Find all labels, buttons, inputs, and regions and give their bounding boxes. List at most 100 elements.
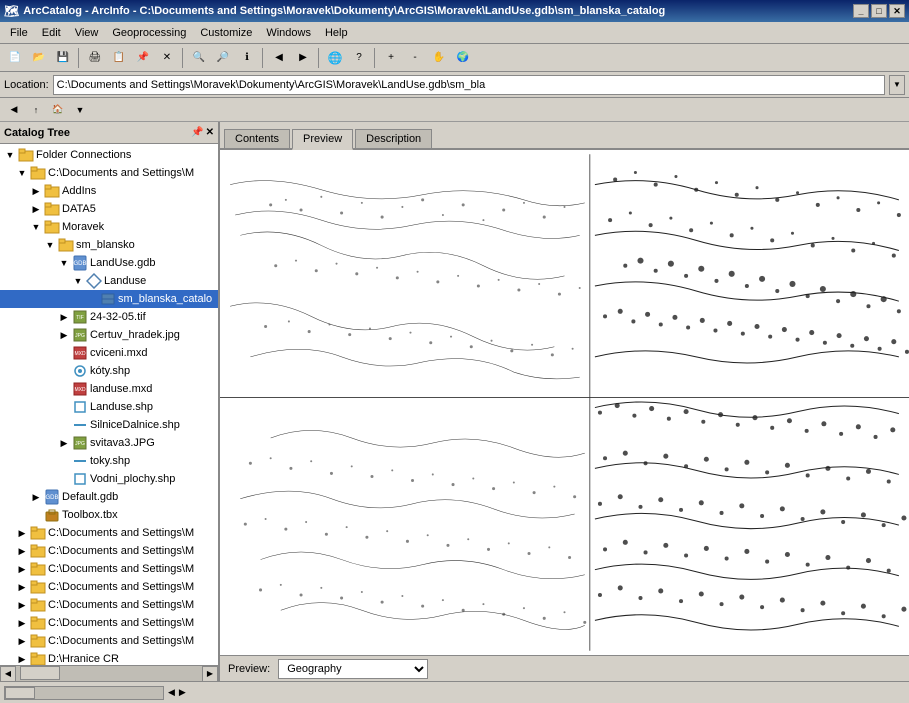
toolbar-copy[interactable]: 📋 xyxy=(108,47,130,69)
tree-item-sm-blanska-catalog[interactable]: sm_blanska_catalo xyxy=(0,290,218,308)
toolbar-paste[interactable]: 📌 xyxy=(132,47,154,69)
expander-docs5[interactable]: ▶ xyxy=(16,581,28,593)
tree-item-sm-blansko[interactable]: ▼ sm_blansko xyxy=(0,236,218,254)
tree-item-data5[interactable]: ▶ DATA5 xyxy=(0,200,218,218)
nav-home-small[interactable]: 🏠 xyxy=(48,101,68,119)
toolbar-pan[interactable]: ✋ xyxy=(428,47,450,69)
location-input[interactable] xyxy=(53,75,885,95)
toolbar-zoom[interactable]: 🔎 xyxy=(212,47,234,69)
title-bar-controls[interactable]: _ □ ✕ xyxy=(853,4,905,18)
scroll-track[interactable] xyxy=(16,666,202,681)
expander-docs2[interactable]: ▶ xyxy=(16,527,28,539)
expander-docs4[interactable]: ▶ xyxy=(16,563,28,575)
expander-default-gdb[interactable]: ▶ xyxy=(30,491,42,503)
expander-sm-blansko[interactable]: ▼ xyxy=(44,239,56,251)
tree-item-toky[interactable]: toky.shp xyxy=(0,452,218,470)
tree-item-toolbox[interactable]: Toolbox.tbx xyxy=(0,506,218,524)
tree-item-docs3[interactable]: ▶ C:\Documents and Settings\M xyxy=(0,542,218,560)
scroll-right-arrow[interactable]: ▶ xyxy=(179,687,186,698)
minimize-button[interactable]: _ xyxy=(853,4,869,18)
tree-item-cviceni[interactable]: MXD cviceni.mxd xyxy=(0,344,218,362)
scroll-left-arrow[interactable]: ◀ xyxy=(168,687,175,698)
nav-up-small[interactable]: ↑ xyxy=(26,101,46,119)
expander-koty[interactable] xyxy=(58,365,70,377)
tree-item-silnice[interactable]: SilniceDalnice.shp xyxy=(0,416,218,434)
expander-moravek[interactable]: ▼ xyxy=(30,221,42,233)
tree-item-vodni[interactable]: Vodni_plochy.shp xyxy=(0,470,218,488)
toolbar-back[interactable]: ◀ xyxy=(268,47,290,69)
toolbar-open[interactable]: 📂 xyxy=(28,47,50,69)
tree-item-docs8[interactable]: ▶ C:\Documents and Settings\M xyxy=(0,632,218,650)
tree-item-docs4[interactable]: ▶ C:\Documents and Settings\M xyxy=(0,560,218,578)
close-catalog-icon[interactable]: ✕ xyxy=(206,127,214,138)
menu-edit[interactable]: Edit xyxy=(36,25,67,41)
maximize-button[interactable]: □ xyxy=(871,4,887,18)
expander-svitava3[interactable]: ▶ xyxy=(58,437,70,449)
expander-toolbox[interactable] xyxy=(30,509,42,521)
toolbar-zoom-in[interactable]: + xyxy=(380,47,402,69)
expander-landuse-shp[interactable] xyxy=(58,401,70,413)
menu-customize[interactable]: Customize xyxy=(194,25,258,41)
expander-cviceni[interactable] xyxy=(58,347,70,359)
tree-item-landuse-mxd[interactable]: MXD landuse.mxd xyxy=(0,380,218,398)
tab-contents[interactable]: Contents xyxy=(224,129,290,148)
toolbar-identify[interactable]: ℹ xyxy=(236,47,258,69)
expander-folder-connections[interactable]: ▼ xyxy=(4,149,16,161)
menu-help[interactable]: Help xyxy=(319,25,354,41)
toolbar-help[interactable]: ? xyxy=(348,47,370,69)
tree-item-certuv[interactable]: ▶ JPG Certuv_hradek.jpg xyxy=(0,326,218,344)
tree-item-svitava3[interactable]: ▶ JPG svitava3.JPG xyxy=(0,434,218,452)
tree-item-24-32-05[interactable]: ▶ TIF 24-32-05.tif xyxy=(0,308,218,326)
toolbar-info[interactable]: 🌐 xyxy=(324,47,346,69)
toolbar-search[interactable]: 🔍 xyxy=(188,47,210,69)
scroll-thumb[interactable] xyxy=(5,687,35,699)
toolbar-zoom-out[interactable]: - xyxy=(404,47,426,69)
tab-description[interactable]: Description xyxy=(355,129,432,148)
toolbar-forward[interactable]: ▶ xyxy=(292,47,314,69)
expander-addins[interactable]: ▶ xyxy=(30,185,42,197)
status-scrollbar[interactable] xyxy=(4,686,164,700)
expander-vodni[interactable] xyxy=(58,473,70,485)
expander-hranice[interactable]: ▶ xyxy=(16,653,28,665)
tree-item-docs6[interactable]: ▶ C:\Documents and Settings\M xyxy=(0,596,218,614)
expander-docs3[interactable]: ▶ xyxy=(16,545,28,557)
tree-item-landuse-shp[interactable]: Landuse.shp xyxy=(0,398,218,416)
nav-dropdown-small[interactable]: ▼ xyxy=(70,101,90,119)
expander-data5[interactable]: ▶ xyxy=(30,203,42,215)
tree-item-addins[interactable]: ▶ AddIns xyxy=(0,182,218,200)
expander-docs7[interactable]: ▶ xyxy=(16,617,28,629)
pin-icon[interactable]: 📌 xyxy=(191,127,203,138)
scroll-right-btn[interactable]: ▶ xyxy=(202,666,218,682)
tree-item-landuse-fc[interactable]: ▼ Landuse xyxy=(0,272,218,290)
close-button[interactable]: ✕ xyxy=(889,4,905,18)
tree-item-docs7[interactable]: ▶ C:\Documents and Settings\M xyxy=(0,614,218,632)
tree-item-landuse-gdb[interactable]: ▼ GDB LandUse.gdb xyxy=(0,254,218,272)
toolbar-globe[interactable]: 🌍 xyxy=(452,47,474,69)
preview-select[interactable]: Geography Table xyxy=(278,659,428,679)
expander-docs6[interactable]: ▶ xyxy=(16,599,28,611)
tab-preview[interactable]: Preview xyxy=(292,129,353,150)
tree-item-docs1[interactable]: ▼ C:\Documents and Settings\M xyxy=(0,164,218,182)
expander-landuse-mxd[interactable] xyxy=(58,383,70,395)
expander-certuv[interactable]: ▶ xyxy=(58,329,70,341)
toolbar-print[interactable]: 🖨 xyxy=(84,47,106,69)
tree-item-docs5[interactable]: ▶ C:\Documents and Settings\M xyxy=(0,578,218,596)
expander-toky[interactable] xyxy=(58,455,70,467)
menu-geoprocessing[interactable]: Geoprocessing xyxy=(106,25,192,41)
toolbar-save[interactable]: 💾 xyxy=(52,47,74,69)
expander-landuse-gdb[interactable]: ▼ xyxy=(58,257,70,269)
tree-item-docs2[interactable]: ▶ C:\Documents and Settings\M xyxy=(0,524,218,542)
tree-item-hranice[interactable]: ▶ D:\Hranice CR xyxy=(0,650,218,665)
expander-silnice[interactable] xyxy=(58,419,70,431)
expander-docs1[interactable]: ▼ xyxy=(16,167,28,179)
tree-item-moravek[interactable]: ▼ Moravek xyxy=(0,218,218,236)
tree-item-koty[interactable]: kóty.shp xyxy=(0,362,218,380)
expander-sm-blanska-catalog[interactable] xyxy=(86,293,98,305)
toolbar-new[interactable]: 📄 xyxy=(4,47,26,69)
expander-landuse-fc[interactable]: ▼ xyxy=(72,275,84,287)
tree-item-default-gdb[interactable]: ▶ GDB Default.gdb xyxy=(0,488,218,506)
menu-view[interactable]: View xyxy=(69,25,105,41)
toolbar-delete[interactable]: ✕ xyxy=(156,47,178,69)
menu-windows[interactable]: Windows xyxy=(260,25,317,41)
tree-container[interactable]: ▼ Folder Connections ▼ C:\Documents and … xyxy=(0,144,218,665)
